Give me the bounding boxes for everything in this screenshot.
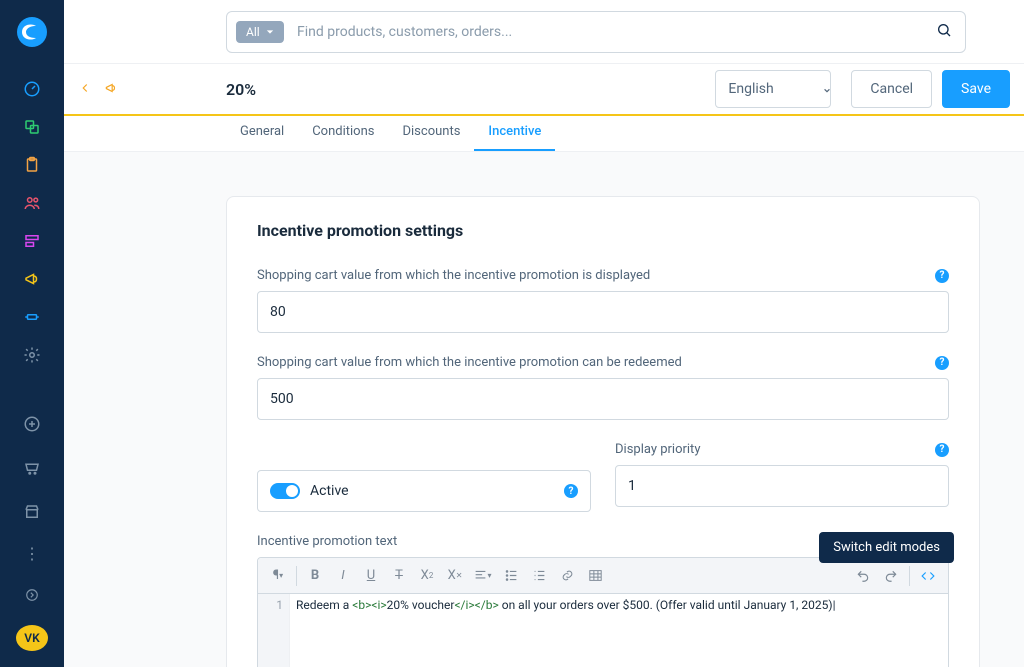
help-icon[interactable]: ?: [935, 443, 949, 457]
table-icon[interactable]: [583, 564, 607, 588]
bold-icon[interactable]: B: [303, 564, 327, 588]
separator: [909, 566, 910, 586]
tab-conditions[interactable]: Conditions: [298, 124, 388, 151]
user-avatar[interactable]: VK: [16, 625, 48, 651]
main-area: All 20% English Cancel Save: [64, 0, 1024, 667]
code-area[interactable]: Redeem a <b><i>20% voucher</i></b> on al…: [290, 594, 948, 667]
superscript-icon[interactable]: X2: [415, 564, 439, 588]
catalog-icon[interactable]: [16, 114, 48, 140]
code-mode-icon[interactable]: [916, 564, 940, 588]
active-toggle[interactable]: [270, 483, 300, 499]
sidebar: ⋮ VK: [0, 0, 64, 667]
tab-general[interactable]: General: [226, 124, 298, 151]
line-gutter: 1: [258, 594, 290, 667]
text-editor: ¶▾ B I U T X2 X✕ ▾: [257, 557, 949, 667]
editor-label: Incentive promotion text: [257, 534, 397, 549]
cart-icon[interactable]: [16, 452, 48, 484]
more-icon[interactable]: ⋮: [24, 544, 40, 563]
card-title: Incentive promotion settings: [257, 221, 949, 240]
search-input[interactable]: [226, 11, 966, 53]
editor-toolbar: ¶▾ B I U T X2 X✕ ▾: [258, 558, 948, 594]
tabs: General Conditions Discounts Incentive: [64, 116, 1024, 152]
clear-format-icon[interactable]: X✕: [443, 564, 467, 588]
priority-input[interactable]: [615, 465, 949, 507]
redeem-from-input[interactable]: [257, 378, 949, 420]
collapse-icon[interactable]: [16, 579, 48, 611]
paragraph-icon[interactable]: ¶▾: [266, 564, 290, 588]
marketing-icon[interactable]: [16, 266, 48, 292]
list-ordered-icon[interactable]: [499, 564, 523, 588]
redo-icon[interactable]: [879, 564, 903, 588]
store-icon[interactable]: [16, 496, 48, 528]
active-label: Active: [310, 483, 349, 499]
strike-icon[interactable]: T: [387, 564, 411, 588]
extensions-icon[interactable]: [16, 304, 48, 330]
tab-discounts[interactable]: Discounts: [388, 124, 474, 151]
help-icon[interactable]: ?: [935, 269, 949, 283]
language-select[interactable]: English: [715, 70, 831, 108]
editor-body[interactable]: 1 Redeem a <b><i>20% voucher</i></b> on …: [258, 594, 948, 667]
italic-icon[interactable]: I: [331, 564, 355, 588]
customers-icon[interactable]: [16, 190, 48, 216]
settings-card: Incentive promotion settings Shopping ca…: [226, 196, 980, 667]
separator: [296, 566, 297, 586]
underline-icon[interactable]: U: [359, 564, 383, 588]
promotion-icon[interactable]: [104, 80, 118, 99]
search-scope-label: All: [246, 25, 260, 39]
orders-icon[interactable]: [16, 152, 48, 178]
page-title: 20%: [226, 80, 256, 99]
dashboard-icon[interactable]: [16, 76, 48, 102]
app-logo[interactable]: [16, 16, 48, 48]
topbar: All: [64, 0, 1024, 64]
link-icon[interactable]: [555, 564, 579, 588]
list-bullet-icon[interactable]: [527, 564, 551, 588]
save-button[interactable]: Save: [942, 70, 1010, 108]
active-toggle-box: Active ?: [257, 470, 591, 512]
tab-incentive[interactable]: Incentive: [474, 124, 555, 151]
search-scope-pill[interactable]: All: [236, 21, 284, 43]
undo-icon[interactable]: [851, 564, 875, 588]
help-icon[interactable]: ?: [935, 356, 949, 370]
page-header: 20% English Cancel Save: [64, 64, 1024, 116]
display-from-label: Shopping cart value from which the incen…: [257, 268, 650, 283]
cancel-button[interactable]: Cancel: [851, 70, 932, 108]
search-icon[interactable]: [936, 22, 952, 42]
add-icon[interactable]: [16, 408, 48, 440]
content: Incentive promotion settings Shopping ca…: [64, 152, 1024, 667]
settings-icon[interactable]: [16, 342, 48, 368]
help-icon[interactable]: ?: [564, 484, 578, 498]
back-arrow-icon[interactable]: [78, 80, 92, 99]
priority-label: Display priority: [615, 442, 700, 457]
display-from-input[interactable]: [257, 291, 949, 333]
redeem-from-label: Shopping cart value from which the incen…: [257, 355, 682, 370]
content-icon[interactable]: [16, 228, 48, 254]
align-icon[interactable]: ▾: [471, 564, 495, 588]
tooltip: Switch edit modes: [819, 532, 954, 563]
